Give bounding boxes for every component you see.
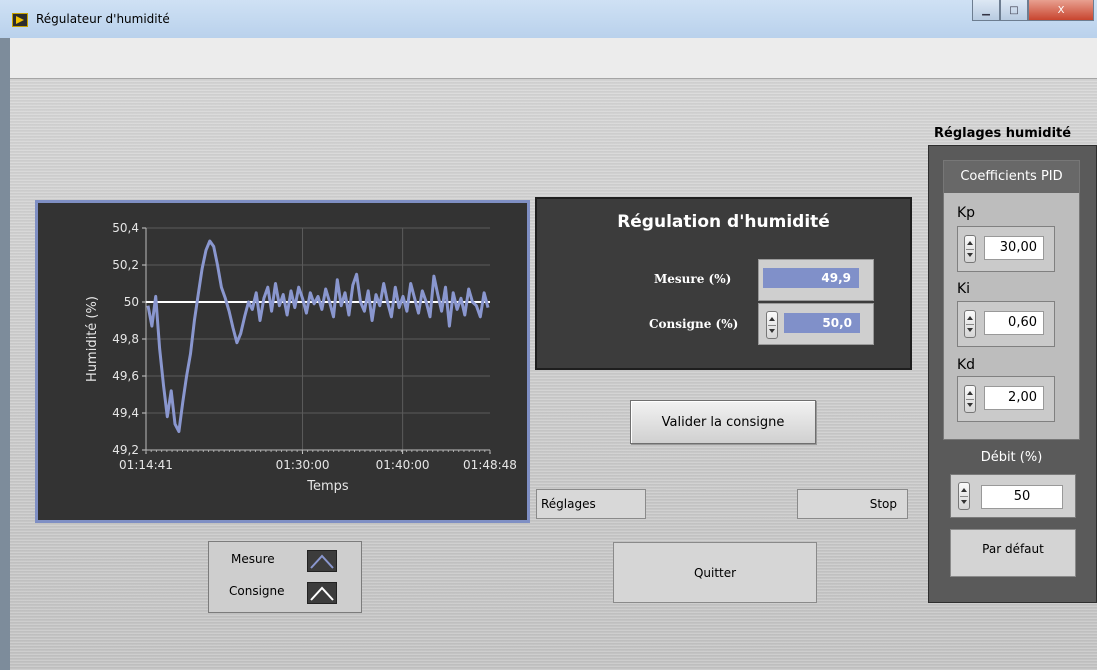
settings-title: Réglages humidité — [934, 126, 1072, 141]
y-tick-label: 50,2 — [112, 258, 139, 272]
window-title: Régulateur d'humidité — [36, 12, 170, 26]
kd-input[interactable]: 2,00 — [984, 386, 1044, 410]
minimize-button[interactable]: ▁ — [972, 0, 1000, 21]
maximize-button[interactable]: □ — [1000, 0, 1028, 21]
y-tick-label: 50,4 — [112, 221, 139, 235]
kp-label: Kp — [957, 205, 976, 221]
legend-consigne-label: Consigne — [229, 584, 285, 598]
kd-control: 2,00 — [957, 376, 1055, 422]
legend-consigne-swatch[interactable] — [307, 582, 337, 604]
consigne-line-icon — [310, 586, 334, 601]
pid-title: Coefficients PID — [944, 161, 1079, 193]
decrement-arrow-icon[interactable] — [967, 253, 973, 257]
y-tick-label: 50 — [124, 295, 139, 309]
window-left-border — [0, 38, 10, 670]
x-axis-label: Temps — [306, 479, 349, 494]
decrement-arrow-icon[interactable] — [961, 500, 967, 504]
stop-button[interactable]: Stop — [797, 489, 908, 519]
kd-spinner[interactable] — [964, 385, 976, 413]
legend-mesure-label: Mesure — [231, 552, 275, 566]
regulation-panel: Régulation d'humidité Mesure (%) 49,9 Co… — [535, 197, 912, 370]
y-tick-label: 49,6 — [112, 369, 139, 383]
increment-arrow-icon[interactable] — [967, 316, 973, 320]
reglages-button[interactable]: Réglages — [536, 489, 646, 519]
menu-bar — [10, 38, 1097, 79]
x-tick-label: 01:48:48 — [463, 458, 517, 472]
debit-control: 50 — [950, 474, 1076, 518]
kp-control: 30,00 — [957, 226, 1055, 272]
decrement-arrow-icon[interactable] — [967, 403, 973, 407]
x-tick-label: 01:30:00 — [276, 458, 330, 472]
ki-control: 0,60 — [957, 301, 1055, 347]
debit-spinner[interactable] — [958, 482, 970, 510]
humidity-chart-svg: 50,4 50,2 50 49,8 49,6 49,4 49,201:14:41 01:30:… — [85, 221, 517, 494]
mesure-label: Mesure (%) — [654, 272, 732, 286]
consigne-control-frame: 50,0 — [758, 303, 874, 345]
consigne-spinner[interactable] — [766, 311, 778, 339]
ki-input[interactable]: 0,60 — [984, 311, 1044, 335]
ki-spinner[interactable] — [964, 310, 976, 338]
legend-mesure-swatch[interactable] — [307, 550, 337, 572]
increment-arrow-icon[interactable] — [769, 317, 775, 321]
pid-coefficients-group: Coefficients PID Kp 30,00 Ki 0,60 Kd 2,0… — [943, 160, 1080, 440]
decrement-arrow-icon[interactable] — [967, 328, 973, 332]
window-controls: ▁ □ X — [972, 0, 1094, 22]
mesure-value: 49,9 — [763, 268, 859, 288]
title-bar: Régulateur d'humidité ▁ □ X — [0, 0, 1097, 38]
increment-arrow-icon[interactable] — [961, 488, 967, 492]
labview-app-icon — [12, 13, 28, 27]
y-axis-label: Humidité (%) — [85, 296, 100, 382]
consigne-input[interactable]: 50,0 — [784, 313, 860, 333]
decrement-arrow-icon[interactable] — [769, 329, 775, 333]
debit-input[interactable]: 50 — [981, 485, 1063, 509]
kp-input[interactable]: 30,00 — [984, 236, 1044, 260]
regulation-title: Régulation d'humidité — [617, 212, 830, 232]
quitter-button[interactable]: Quitter — [613, 542, 817, 603]
mesure-indicator-frame: 49,9 — [758, 259, 874, 301]
kp-spinner[interactable] — [964, 235, 976, 263]
ki-label: Ki — [957, 281, 971, 297]
humidity-graph: 50,4 50,2 50 49,8 49,6 49,4 49,2 01:14:41 01:30:… — [35, 200, 530, 523]
par-defaut-button[interactable]: Par défaut — [950, 529, 1076, 577]
mesure-line-icon — [310, 554, 334, 569]
y-tick-label: 49,4 — [112, 406, 139, 420]
y-tick-label: 49,2 — [112, 443, 139, 457]
consigne-label: Consigne (%) — [649, 317, 739, 331]
close-button[interactable]: X — [1028, 0, 1094, 21]
x-tick-label: 01:40:00 — [376, 458, 430, 472]
valider-consigne-button[interactable]: Valider la consigne — [630, 400, 816, 444]
increment-arrow-icon[interactable] — [967, 241, 973, 245]
plot-legend: Mesure Consigne — [208, 541, 362, 613]
debit-label: Débit (%) — [980, 450, 1043, 465]
y-tick-label: 49,8 — [112, 332, 139, 346]
x-tick-label: 01:14:41 — [119, 458, 173, 472]
kd-label: Kd — [957, 357, 976, 373]
increment-arrow-icon[interactable] — [967, 391, 973, 395]
